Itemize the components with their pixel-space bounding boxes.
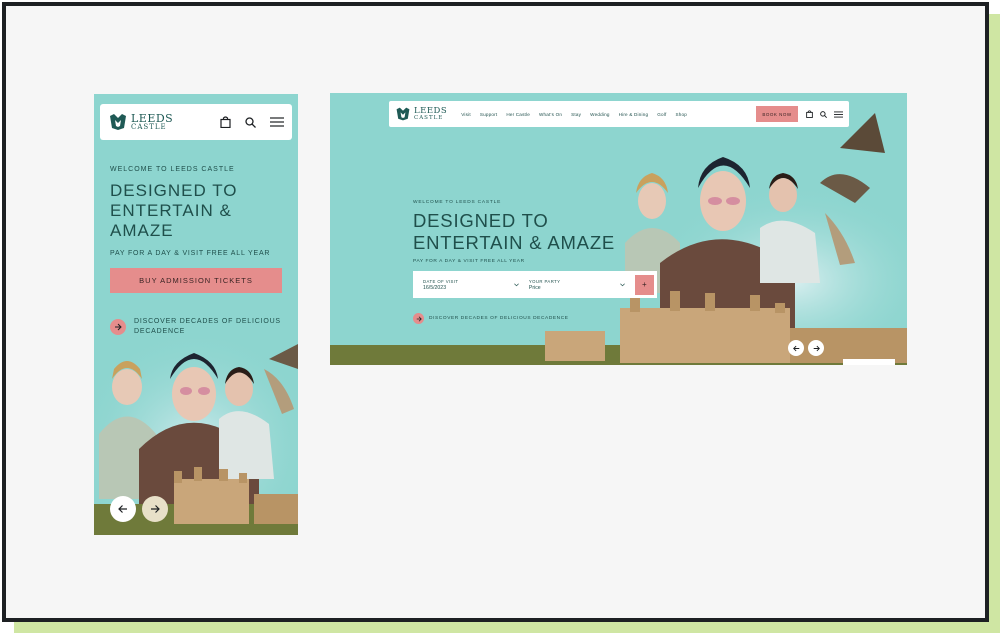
nav-item-whats-on[interactable]: What's On — [539, 112, 562, 117]
mobile-hero-content: WELCOME TO LEEDS CASTLE DESIGNED TO ENTE… — [110, 166, 288, 337]
welcome-text: WELCOME TO LEEDS CASTLE — [110, 166, 235, 173]
desktop-mockup: LEEDS CASTLE Visit Support Her Castle Wh… — [330, 93, 907, 365]
desktop-hero-content: WELCOME TO LEEDS CASTLE DESIGNED TO ENTE… — [413, 200, 653, 264]
carousel-next-button[interactable] — [808, 340, 824, 356]
discover-link[interactable]: DISCOVER DECADES OF DELICIOUS DECADENCE — [413, 313, 569, 324]
nav-item-shop[interactable]: Shop — [675, 112, 687, 117]
castle-logo-icon — [110, 114, 126, 130]
hero-title-line: DESIGNED TO — [110, 181, 238, 200]
brand-name-line2: CASTLE — [414, 114, 444, 121]
pay-text: PAY FOR A DAY & VISIT FREE ALL YEAR — [413, 259, 525, 264]
menu-icon[interactable] — [270, 117, 284, 127]
carousel-prev-button[interactable] — [110, 496, 136, 522]
cookie-tab[interactable] — [843, 359, 895, 365]
chevron-down-icon — [514, 283, 519, 286]
castle-logo-icon — [396, 107, 410, 121]
discover-text: DISCOVER DECADES OF DELICIOUS DECADENCE — [429, 316, 569, 321]
leeds-castle-logo[interactable]: LEEDS CASTLE — [108, 112, 173, 132]
nav-item-her-castle[interactable]: Her Castle — [506, 112, 530, 117]
arrow-right-icon — [110, 319, 126, 335]
carousel-prev-button[interactable] — [788, 340, 804, 356]
hero-title-line: ENTERTAIN & AMAZE — [413, 232, 616, 253]
hero-title-line: DESIGNED TO — [413, 210, 549, 231]
discover-link[interactable]: DISCOVER DECADES OF DELICIOUS DECADENCE — [110, 317, 288, 337]
main-nav: Visit Support Her Castle What's On Stay … — [461, 112, 687, 117]
booking-form: DATE OF VISIT 16/5/2023 YOUR PARTY Price… — [413, 271, 657, 298]
search-icon[interactable] — [820, 110, 827, 118]
arrow-right-icon — [813, 345, 820, 351]
nav-item-golf[interactable]: Golf — [657, 112, 666, 117]
hero-title-line: AMAZE — [110, 221, 174, 240]
carousel-next-button[interactable] — [142, 496, 168, 522]
party-value: Price — [528, 284, 541, 291]
arrow-left-icon — [118, 505, 127, 513]
bag-icon[interactable] — [806, 110, 813, 118]
brand-name-line2: CASTLE — [131, 123, 167, 131]
nav-item-wedding[interactable]: Wedding — [590, 112, 609, 117]
discover-line: DECADENCE — [134, 328, 186, 335]
discover-line: DISCOVER DECADES OF DELICIOUS — [134, 318, 281, 325]
date-of-visit-field[interactable]: DATE OF VISIT 16/5/2023 — [423, 279, 529, 291]
pay-text: PAY FOR A DAY & VISIT FREE ALL YEAR — [110, 250, 271, 257]
arrow-right-icon — [413, 313, 424, 324]
leeds-castle-logo[interactable]: LEEDS CASTLE — [395, 106, 447, 122]
hero-title-line: ENTERTAIN & — [110, 201, 232, 220]
your-party-field[interactable]: YOUR PARTY Price — [529, 279, 635, 291]
book-now-button[interactable]: BOOK NOW — [756, 106, 798, 122]
date-value: 16/5/2023 — [423, 284, 447, 291]
discover-text: DISCOVER DECADES OF DELICIOUS DECADENCE — [134, 317, 281, 337]
nav-item-support[interactable]: Support — [480, 112, 498, 117]
mobile-mockup: LEEDS CASTLE WELCOME TO LEEDS CASTLE DES… — [94, 94, 298, 535]
welcome-text: WELCOME TO LEEDS CASTLE — [413, 200, 502, 205]
booking-submit-button[interactable]: + — [634, 274, 654, 295]
search-icon[interactable] — [245, 116, 256, 128]
nav-item-stay[interactable]: Stay — [571, 112, 581, 117]
menu-icon[interactable] — [834, 110, 843, 118]
arrow-left-icon — [792, 345, 799, 351]
hero-title: DESIGNED TO ENTERTAIN & AMAZE — [413, 210, 653, 254]
arrow-right-icon — [151, 505, 160, 513]
chevron-down-icon — [619, 283, 625, 286]
desktop-header: LEEDS CASTLE Visit Support Her Castle Wh… — [389, 101, 849, 127]
nav-item-visit[interactable]: Visit — [461, 112, 471, 117]
bag-icon[interactable] — [220, 116, 231, 128]
hero-title: DESIGNED TO ENTERTAIN & AMAZE — [110, 181, 288, 241]
buy-admission-tickets-button[interactable]: BUY ADMISSION TICKETS — [110, 268, 282, 293]
nav-item-hire-dining[interactable]: Hire & Dining — [619, 112, 649, 117]
mobile-header: LEEDS CASTLE — [100, 104, 292, 140]
